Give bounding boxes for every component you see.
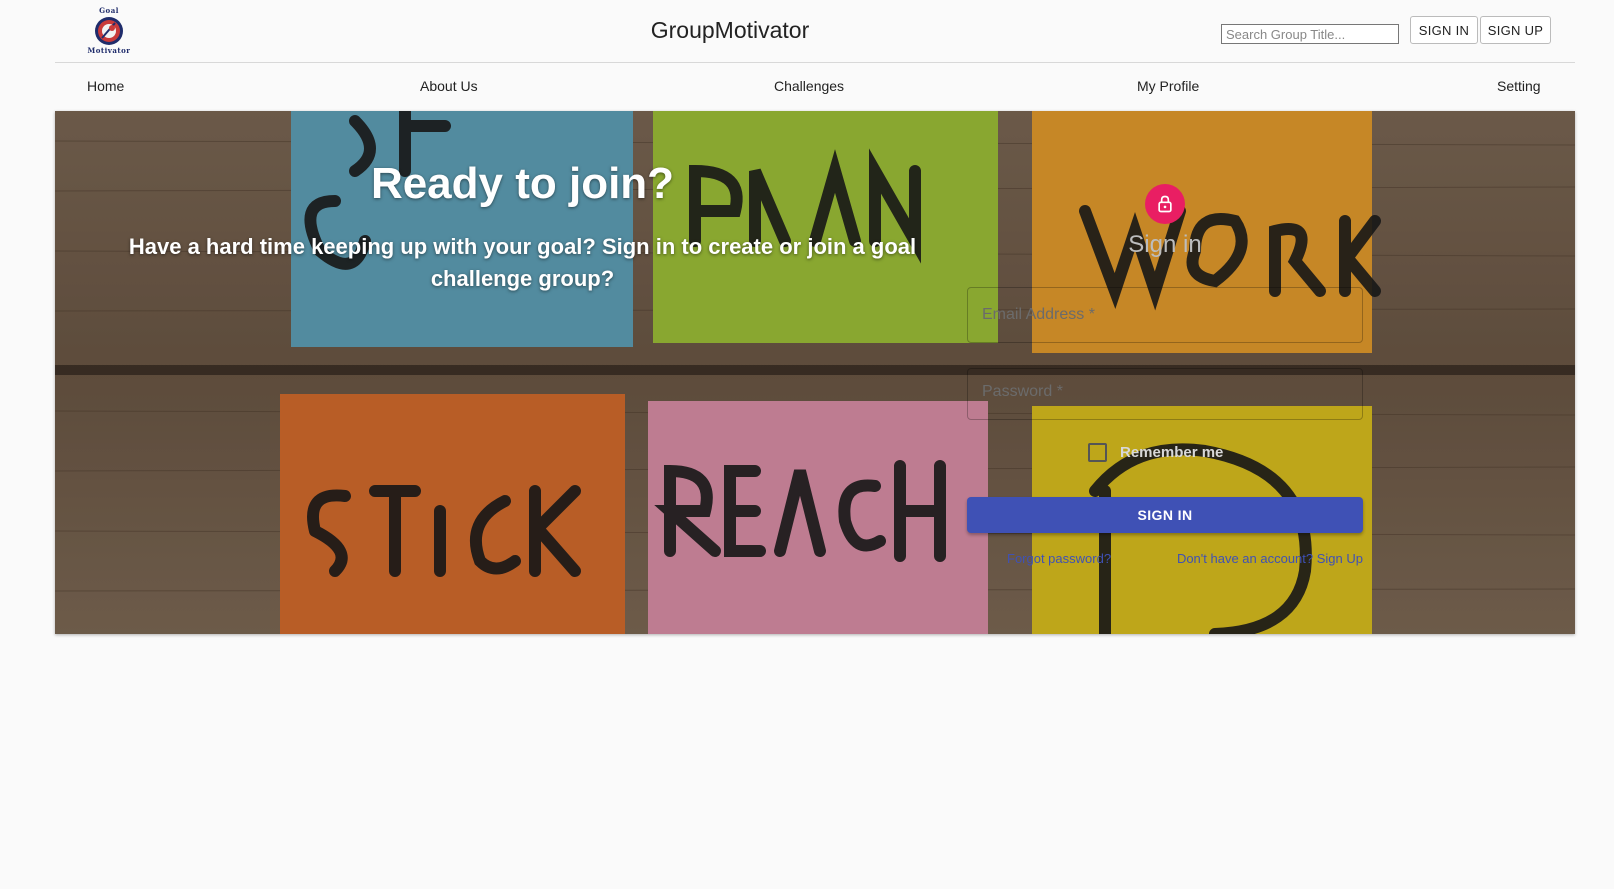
nav-item-my-profile[interactable]: My Profile [1137, 78, 1199, 94]
main-nav: Home About Us Challenges My Profile Sett… [55, 62, 1575, 110]
nav-item-setting[interactable]: Setting [1497, 78, 1541, 94]
search-group-input[interactable] [1221, 24, 1399, 44]
app-logo[interactable]: Goal Motivator [81, 6, 137, 58]
signin-avatar [1145, 184, 1185, 224]
forgot-password-link[interactable]: Forgot password? [1007, 551, 1111, 566]
hero-heading: Ready to join? [370, 159, 675, 208]
remember-me-row[interactable]: Remember me [1088, 443, 1223, 462]
header-signin-button[interactable]: SIGN IN [1410, 16, 1478, 44]
header-signup-button[interactable]: SIGN UP [1480, 16, 1551, 44]
signin-title: Sign in [1128, 231, 1202, 258]
lock-icon [1158, 195, 1172, 213]
remember-me-label: Remember me [1120, 444, 1224, 461]
password-field-label: Password * [982, 383, 1063, 400]
hero-banner: Ready to join? Have a hard time keeping … [55, 111, 1575, 634]
nav-item-home[interactable]: Home [87, 78, 124, 94]
logo-text-bottom: Motivator [87, 46, 131, 55]
email-field[interactable]: Email Address * [967, 287, 1363, 343]
password-field[interactable]: Password * [967, 368, 1363, 420]
app-title: GroupMotivator [650, 17, 810, 43]
top-header: Goal Motivator GroupMotivator SIGN IN SI… [55, 0, 1575, 63]
logo-icon [95, 17, 123, 45]
hero-subheading: Have a hard time keeping up with your go… [128, 234, 917, 291]
remember-me-checkbox[interactable] [1088, 443, 1107, 462]
nav-item-challenges[interactable]: Challenges [774, 78, 844, 94]
nav-item-about-us[interactable]: About Us [420, 78, 478, 94]
signup-link[interactable]: Don't have an account? Sign Up [1177, 551, 1363, 566]
email-field-label: Email Address * [982, 306, 1095, 323]
signin-submit-button[interactable]: SIGN IN [967, 497, 1363, 533]
